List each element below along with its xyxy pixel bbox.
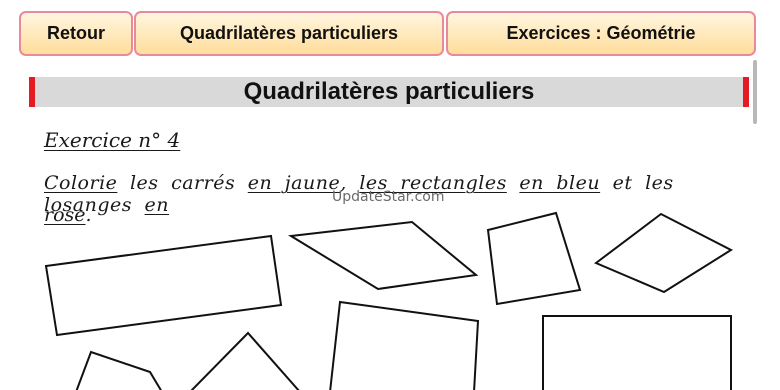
rectangle-shape bbox=[44, 234, 283, 337]
quadrilateral-shape bbox=[75, 350, 162, 390]
rectangle-shape bbox=[542, 315, 732, 390]
square-shape bbox=[486, 211, 582, 306]
rhombus-shape bbox=[594, 212, 734, 294]
rhombus-shape bbox=[287, 220, 479, 291]
quadrilateral-shape bbox=[190, 331, 300, 390]
quadrilateral-shape bbox=[329, 300, 480, 390]
quadrilaterals-drawing bbox=[44, 211, 734, 390]
